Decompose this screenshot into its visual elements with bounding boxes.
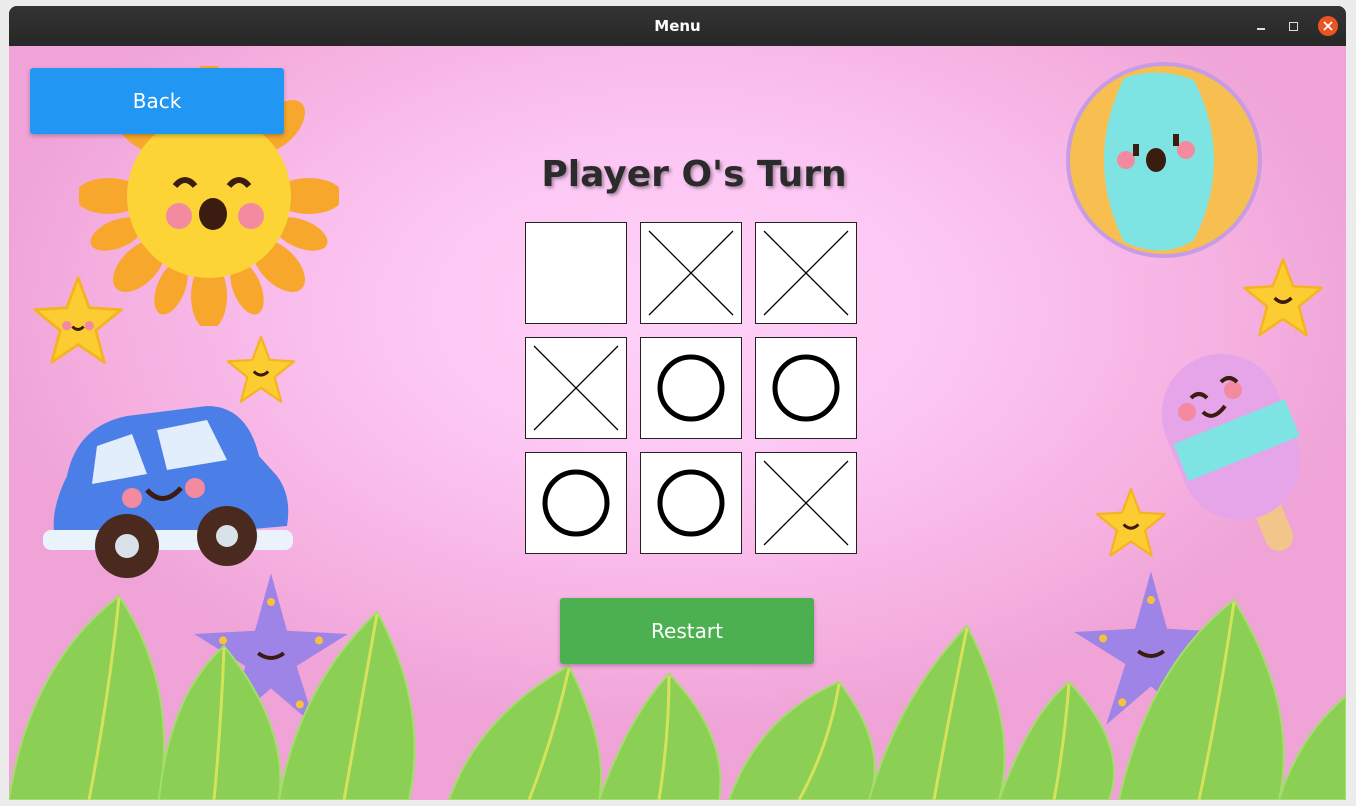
board-cell[interactable] xyxy=(640,337,742,439)
board-cell[interactable] xyxy=(640,452,742,554)
car-decoration xyxy=(43,406,293,578)
x-mark-icon xyxy=(763,230,849,316)
x-mark-icon xyxy=(763,460,849,546)
x-mark-icon xyxy=(533,345,619,431)
board-cell[interactable] xyxy=(525,337,627,439)
star-decoration xyxy=(1243,258,1323,337)
app-window: Menu Back Player O's Turn Restart xyxy=(9,6,1346,800)
window-title: Menu xyxy=(654,17,701,35)
close-icon[interactable] xyxy=(1318,16,1338,36)
star-decoration xyxy=(33,276,123,364)
beach-ball-decoration xyxy=(1066,62,1262,258)
game-board xyxy=(525,222,861,558)
restart-button[interactable]: Restart xyxy=(560,598,814,664)
game-screen: Back Player O's Turn Restart xyxy=(9,46,1346,800)
o-mark-icon xyxy=(542,469,610,537)
board-cell[interactable] xyxy=(525,452,627,554)
board-cell[interactable] xyxy=(755,222,857,324)
popsicle-decoration xyxy=(1161,353,1301,551)
board-cell[interactable] xyxy=(755,452,857,554)
turn-status: Player O's Turn xyxy=(541,154,847,195)
maximize-icon[interactable] xyxy=(1283,16,1303,36)
board-cell[interactable] xyxy=(525,222,627,324)
board-cell[interactable] xyxy=(755,337,857,439)
minimize-icon[interactable] xyxy=(1251,16,1271,36)
x-mark-icon xyxy=(648,230,734,316)
board-cell[interactable] xyxy=(640,222,742,324)
title-bar[interactable]: Menu xyxy=(9,6,1346,46)
o-mark-icon xyxy=(657,469,725,537)
o-mark-icon xyxy=(772,354,840,422)
o-mark-icon xyxy=(657,354,725,422)
back-button[interactable]: Back xyxy=(30,68,284,134)
